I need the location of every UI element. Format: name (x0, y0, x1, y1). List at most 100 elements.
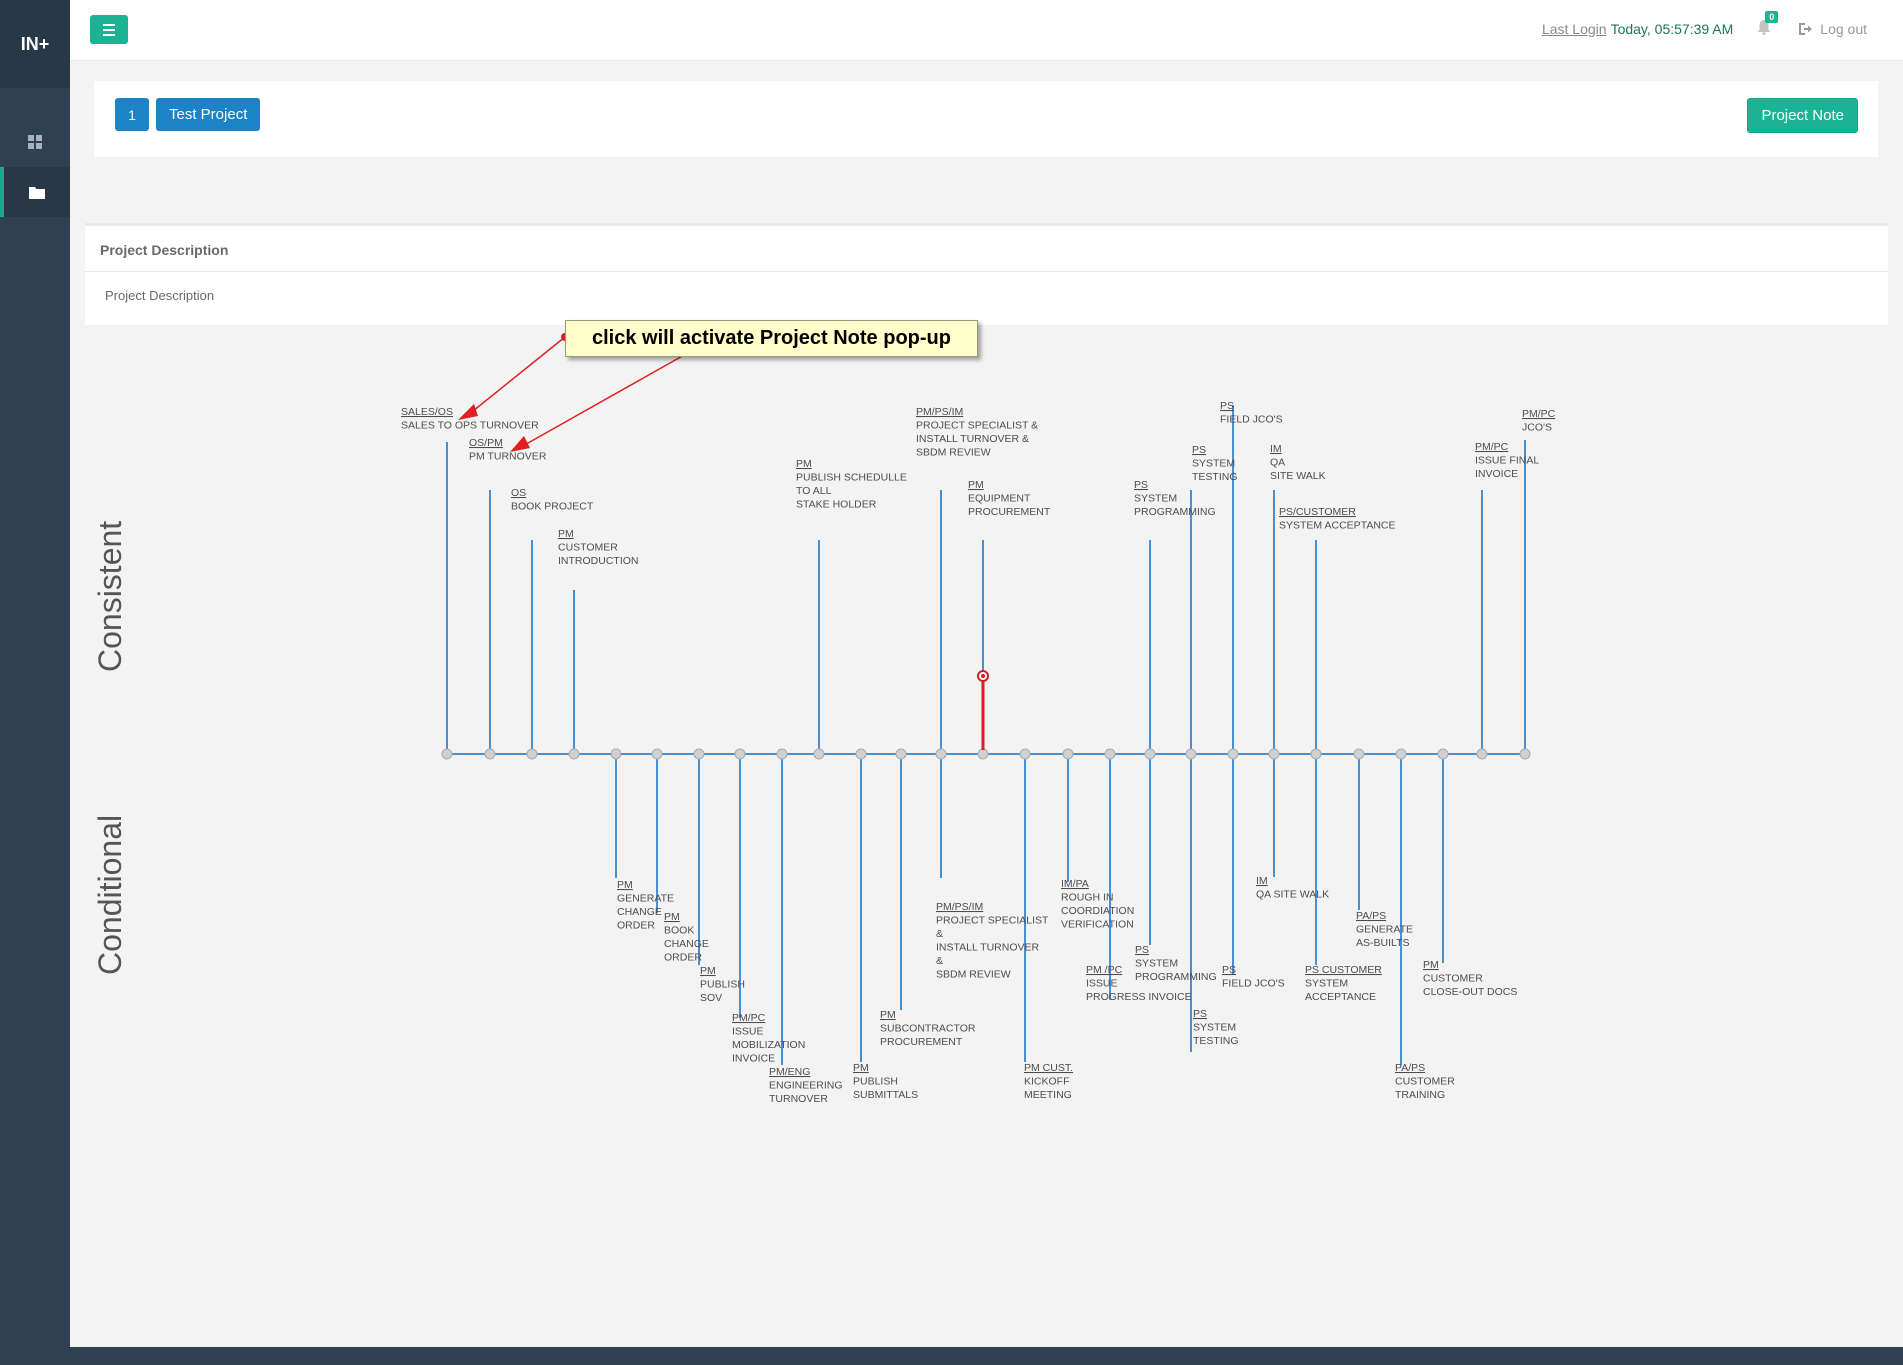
timeline-milestone-conditional[interactable]: PM/PC ISSUE MOBILIZATION INVOICE (732, 1012, 805, 1065)
timeline-node[interactable] (1476, 748, 1488, 760)
timeline-node[interactable] (1395, 748, 1407, 760)
timeline-node[interactable] (935, 748, 947, 760)
timeline-node[interactable] (1227, 748, 1239, 760)
timeline-step-text: JCO'S (1522, 422, 1552, 434)
timeline-milestone-conditional[interactable]: PA/PS GENERATE AS-BUILTS (1356, 910, 1413, 949)
timeline-step-text: AS-BUILTS (1356, 937, 1409, 949)
timeline-milestone-consistent[interactable]: OS/PM PM TURNOVER (469, 437, 547, 463)
timeline-node[interactable] (1144, 748, 1156, 760)
timeline-step-text: CLOSE-OUT DOCS (1423, 986, 1517, 998)
timeline-milestone-consistent[interactable]: PM/PS/IM PROJECT SPECIALIST & INSTALL TURN… (916, 406, 1038, 459)
timeline-step-text: SYSTEM (1134, 493, 1177, 505)
timeline-step-text: INVOICE (1475, 468, 1518, 480)
timeline-role: OS/PM (469, 437, 503, 449)
timeline-role: PM/PS/IM (936, 901, 983, 913)
timeline-step-text: PROGRAMMING (1134, 506, 1216, 518)
timeline-role: PM/PS/IM (916, 406, 963, 418)
timeline-milestone-consistent[interactable]: PM EQUIPMENT PROCUREMENT (968, 479, 1051, 518)
timeline-milestone-conditional[interactable]: PM CUST. KICKOFF MEETING (1024, 1062, 1073, 1101)
timeline-node[interactable] (1353, 748, 1365, 760)
timeline-milestone-consistent[interactable]: PM/PC ISSUE FINAL INVOICE (1475, 441, 1539, 480)
timeline-milestone-conditional[interactable]: PM CUSTOMER CLOSE-OUT DOCS (1423, 959, 1517, 998)
timeline-milestone-conditional[interactable]: PM BOOK CHANGE ORDER (664, 911, 709, 964)
timeline-role: PM (664, 911, 680, 923)
timeline-node[interactable] (610, 748, 622, 760)
timeline-role: IM/PA (1061, 878, 1089, 890)
timeline-step-text: & (936, 928, 943, 940)
timeline-role: PM CUST. (1024, 1062, 1073, 1074)
callout-arrowhead (458, 404, 478, 420)
timeline-node[interactable] (1104, 748, 1116, 760)
timeline-step-text: BOOK (664, 925, 694, 937)
timeline-node[interactable] (1185, 748, 1197, 760)
timeline-node[interactable] (734, 748, 746, 760)
timeline-step-text: SBDM REVIEW (936, 969, 1011, 981)
timeline-milestone-consistent[interactable]: PS FIELD JCO'S (1220, 400, 1283, 426)
timeline-role: PS (1134, 479, 1148, 491)
timeline-role: PS (1192, 444, 1206, 456)
timeline-role: PM/ENG (769, 1066, 810, 1078)
timeline-node[interactable] (895, 748, 907, 760)
timeline-milestone-conditional[interactable]: IM QA SITE WALK (1256, 875, 1329, 901)
timeline-node[interactable] (1437, 748, 1449, 760)
timeline-milestone-conditional[interactable]: PS SYSTEM PROGRAMMING (1135, 944, 1217, 983)
timeline-role: PS (1193, 1008, 1207, 1020)
footer-bar (70, 1347, 1903, 1365)
timeline-milestone-conditional[interactable]: PM PUBLISH SOV (700, 965, 745, 1004)
timeline-node[interactable] (855, 748, 867, 760)
conditional-label: Conditional (92, 815, 128, 975)
timeline-milestone-conditional[interactable]: PS FIELD JCO'S (1222, 964, 1285, 990)
timeline-node[interactable] (651, 748, 663, 760)
timeline-milestone-conditional[interactable]: PM/PS/IM PROJECT SPECIALIST & INSTALL TURNO… (936, 901, 1049, 981)
timeline-milestone-consistent[interactable]: PM PUBLISH SCHEDULLE TO ALL STAKE HOLDER (796, 458, 907, 511)
timeline-node[interactable] (693, 748, 705, 760)
timeline-step-text: PUBLISH (853, 1076, 898, 1088)
timeline-milestone-consistent[interactable]: PS SYSTEM TESTING (1192, 444, 1238, 483)
timeline-node[interactable] (484, 748, 496, 760)
timeline-step-text: CUSTOMER (1423, 973, 1483, 985)
timeline-milestone-consistent[interactable]: OS BOOK PROJECT (511, 487, 594, 513)
timeline-step-text: PROGRAMMING (1135, 971, 1217, 983)
timeline-milestone-conditional[interactable]: PM SUBCONTRACTOR PROCUREMENT (880, 1009, 976, 1048)
timeline-node[interactable] (1062, 748, 1074, 760)
current-position-pin-center (981, 674, 985, 678)
timeline-role: PS (1135, 944, 1149, 956)
timeline-node[interactable] (977, 748, 989, 760)
timeline-role: PM /PC (1086, 964, 1123, 976)
timeline-step-text: PM TURNOVER (469, 451, 547, 463)
timeline-milestone-conditional[interactable]: PM/ENG ENGINEERING TURNOVER (769, 1066, 843, 1105)
timeline-milestone-consistent[interactable]: PS/CUSTOMER SYSTEM ACCEPTANCE (1279, 506, 1396, 532)
timeline-milestone-conditional[interactable]: IM/PA ROUGH IN COORDIATION VERIFICATION (1061, 878, 1134, 931)
project-timeline: Consistent Conditional SALES/OS SALES TO … (92, 333, 1556, 1105)
timeline-step-text: TESTING (1192, 471, 1238, 483)
timeline-milestone-consistent[interactable]: PS SYSTEM PROGRAMMING (1134, 479, 1216, 518)
timeline-step-text: CUSTOMER (558, 542, 618, 554)
timeline-node[interactable] (1519, 748, 1531, 760)
timeline-milestone-consistent[interactable]: PM/PC JCO'S (1522, 408, 1556, 434)
timeline-role: PM (558, 528, 574, 540)
timeline-step-text: QA (1270, 457, 1285, 469)
timeline-node[interactable] (568, 748, 580, 760)
timeline-milestone-consistent[interactable]: IM QA SITE WALK (1270, 443, 1326, 482)
timeline-milestone-conditional[interactable]: PA/PS CUSTOMER TRAINING (1395, 1062, 1455, 1101)
timeline-node[interactable] (776, 748, 788, 760)
timeline-milestone-conditional[interactable]: PM /PC ISSUE PROGRESS INVOICE (1086, 964, 1192, 1003)
timeline-node[interactable] (1310, 748, 1322, 760)
timeline-step-text: INSTALL TURNOVER & (916, 433, 1029, 445)
timeline-milestone-conditional[interactable]: PS CUSTOMER SYSTEM ACCEPTANCE (1305, 964, 1382, 1003)
timeline-node[interactable] (1268, 748, 1280, 760)
timeline-node[interactable] (1019, 748, 1031, 760)
timeline-node[interactable] (526, 748, 538, 760)
timeline-milestone-conditional[interactable]: PS SYSTEM TESTING (1193, 1008, 1239, 1047)
timeline-step-text: CUSTOMER (1395, 1076, 1455, 1088)
timeline-step-text: TURNOVER (769, 1093, 828, 1105)
timeline-node[interactable] (441, 748, 453, 760)
timeline-step-text: COORDIATION (1061, 905, 1134, 917)
timeline-role: SALES/OS (401, 406, 453, 418)
timeline-step-text: CHANGE (664, 938, 709, 950)
callout-arrow-line (467, 336, 566, 416)
timeline-step-text: ORDER (664, 952, 702, 964)
timeline-milestone-conditional[interactable]: PM PUBLISH SUBMITTALS (853, 1062, 918, 1101)
timeline-milestone-consistent[interactable]: PM CUSTOMER INTRODUCTION (558, 528, 639, 567)
timeline-node[interactable] (813, 748, 825, 760)
